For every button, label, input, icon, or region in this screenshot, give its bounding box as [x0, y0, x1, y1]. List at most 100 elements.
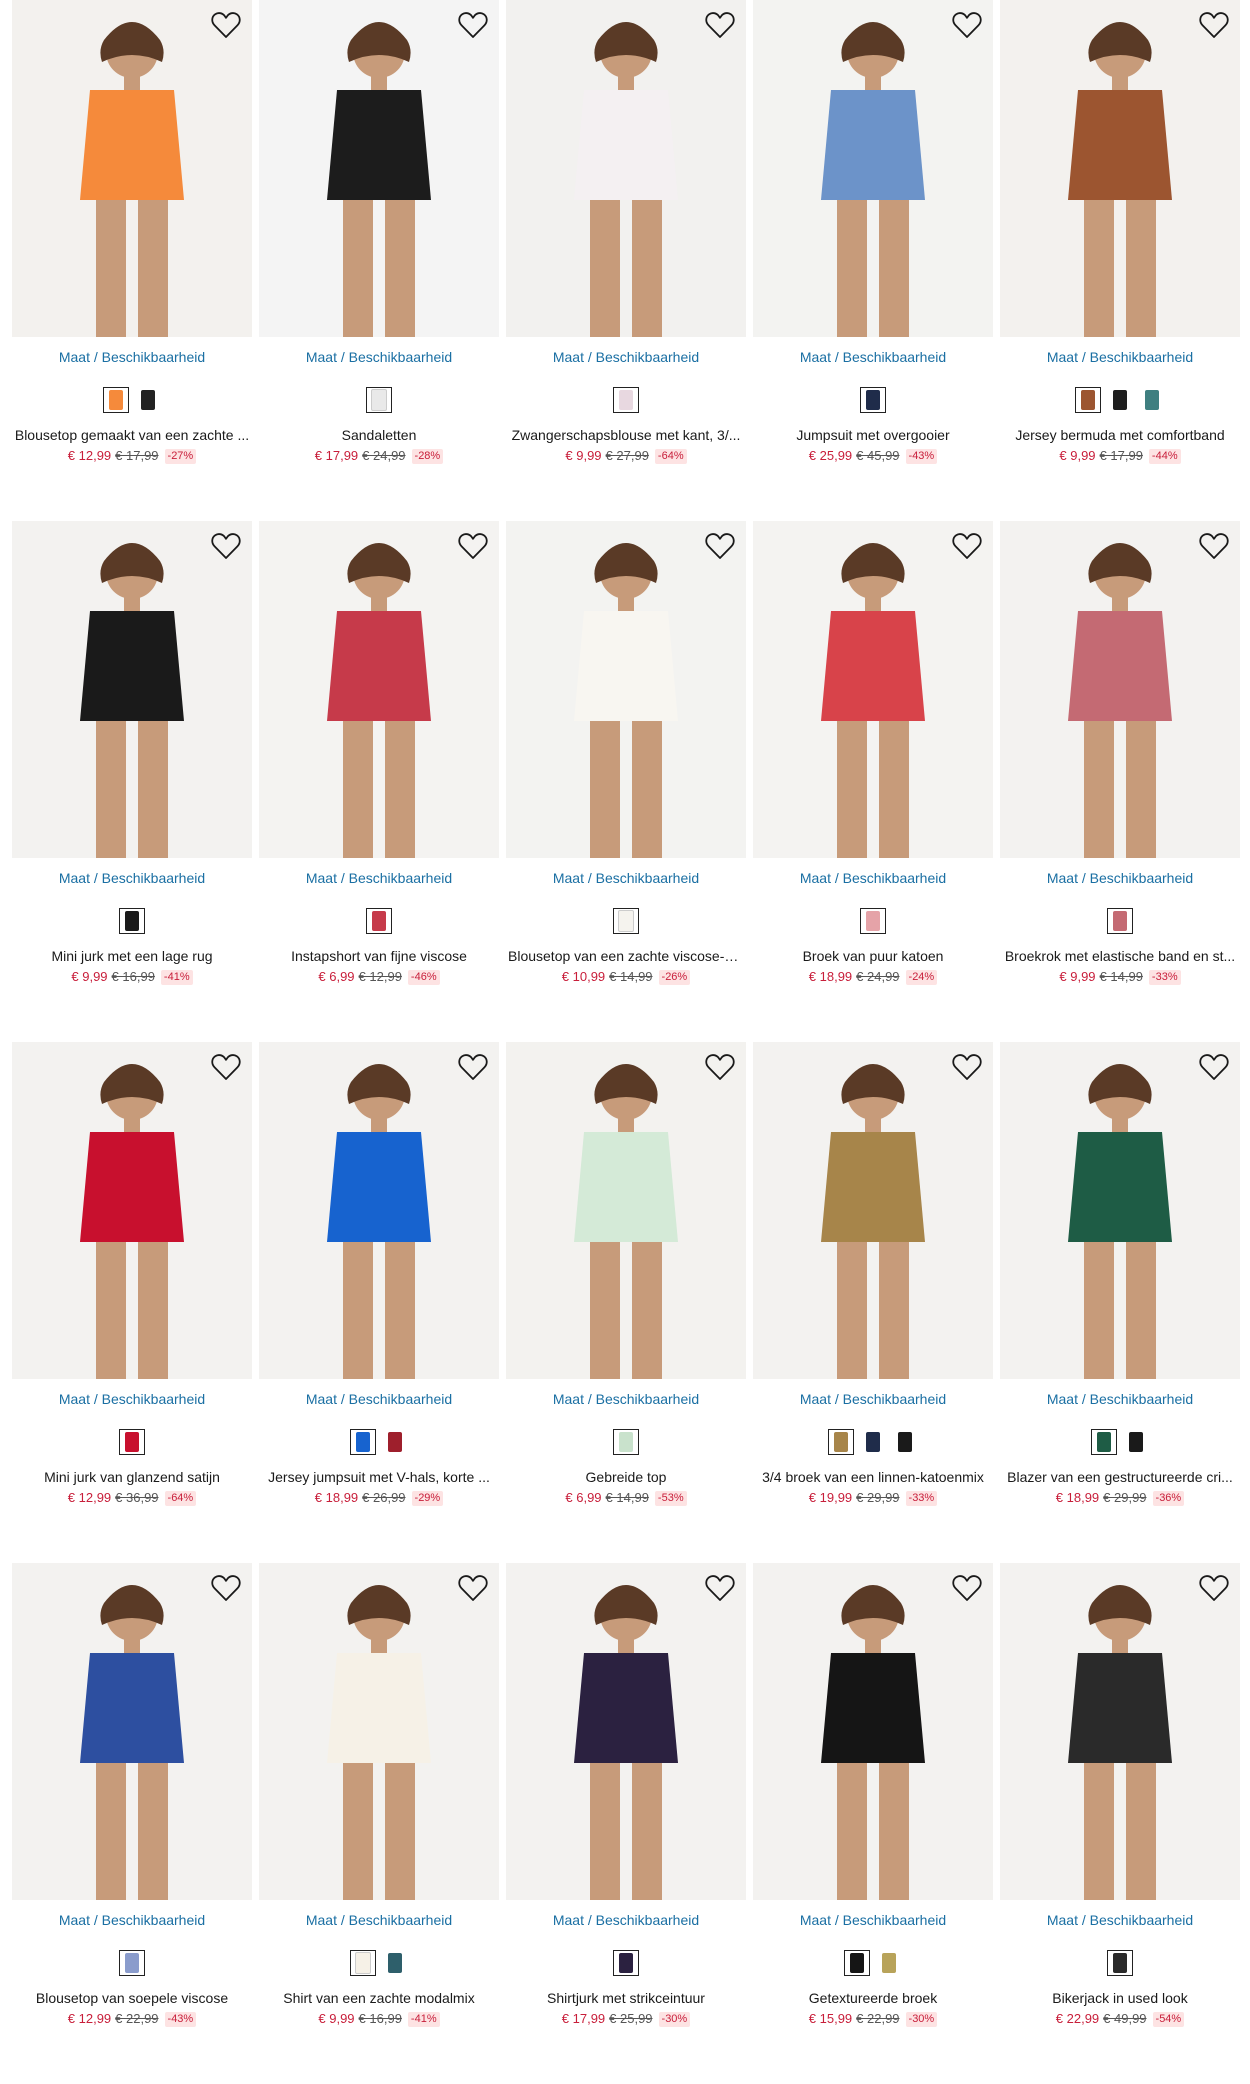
wishlist-button[interactable]: [1198, 1573, 1230, 1603]
product-title[interactable]: Broek van puur katoen: [753, 947, 993, 965]
color-swatch[interactable]: [382, 1429, 408, 1455]
product-card[interactable]: Maat / Beschikbaarheid Broekrok met elas…: [1000, 521, 1240, 1042]
product-image[interactable]: [259, 1563, 499, 1900]
color-swatch[interactable]: [828, 1429, 854, 1455]
product-image[interactable]: [753, 0, 993, 337]
size-availability-link[interactable]: Maat / Beschikbaarheid: [1000, 1911, 1240, 1929]
size-availability-link[interactable]: Maat / Beschikbaarheid: [259, 1390, 499, 1408]
product-title[interactable]: Getextureerde broek: [753, 1989, 993, 2007]
product-image[interactable]: [12, 521, 252, 858]
size-availability-link[interactable]: Maat / Beschikbaarheid: [12, 1390, 252, 1408]
color-swatch[interactable]: [1091, 1429, 1117, 1455]
product-title[interactable]: Zwangerschapsblouse met kant, 3/...: [506, 426, 746, 444]
product-image[interactable]: [1000, 1563, 1240, 1900]
color-swatch[interactable]: [119, 1950, 145, 1976]
color-swatch[interactable]: [860, 908, 886, 934]
size-availability-link[interactable]: Maat / Beschikbaarheid: [259, 869, 499, 887]
size-availability-link[interactable]: Maat / Beschikbaarheid: [506, 1911, 746, 1929]
product-card[interactable]: Maat / Beschikbaarheid 3/4 broek van een…: [753, 1042, 993, 1563]
product-image[interactable]: [259, 0, 499, 337]
product-card[interactable]: Maat / Beschikbaarheid Mini jurk van gla…: [12, 1042, 252, 1563]
product-image[interactable]: [12, 1042, 252, 1379]
wishlist-button[interactable]: [1198, 10, 1230, 40]
product-image[interactable]: [506, 521, 746, 858]
product-title[interactable]: Shirtjurk met strikceintuur: [506, 1989, 746, 2007]
product-card[interactable]: Maat / Beschikbaarheid Shirt van een zac…: [259, 1563, 499, 2084]
wishlist-button[interactable]: [704, 1573, 736, 1603]
product-image[interactable]: [506, 1042, 746, 1379]
color-swatch[interactable]: [366, 387, 392, 413]
product-card[interactable]: Maat / Beschikbaarheid Mini jurk met een…: [12, 521, 252, 1042]
product-card[interactable]: Maat / Beschikbaarheid Sandaletten € 17,…: [259, 0, 499, 521]
wishlist-button[interactable]: [951, 10, 983, 40]
color-swatch[interactable]: [1107, 908, 1133, 934]
product-card[interactable]: Maat / Beschikbaarheid Jumpsuit met over…: [753, 0, 993, 521]
color-swatch[interactable]: [1107, 1950, 1133, 1976]
product-image[interactable]: [506, 1563, 746, 1900]
product-card[interactable]: Maat / Beschikbaarheid Blousetop gemaakt…: [12, 0, 252, 521]
product-title[interactable]: Mini jurk met een lage rug: [12, 947, 252, 965]
product-card[interactable]: Maat / Beschikbaarheid Jersey jumpsuit m…: [259, 1042, 499, 1563]
wishlist-button[interactable]: [951, 1052, 983, 1082]
color-swatch[interactable]: [844, 1950, 870, 1976]
wishlist-button[interactable]: [704, 531, 736, 561]
product-title[interactable]: Jersey bermuda met comfortband: [1000, 426, 1240, 444]
wishlist-button[interactable]: [1198, 1052, 1230, 1082]
product-title[interactable]: Shirt van een zachte modalmix: [259, 1989, 499, 2007]
product-image[interactable]: [1000, 0, 1240, 337]
wishlist-button[interactable]: [210, 1052, 242, 1082]
size-availability-link[interactable]: Maat / Beschikbaarheid: [506, 869, 746, 887]
size-availability-link[interactable]: Maat / Beschikbaarheid: [1000, 348, 1240, 366]
product-card[interactable]: Maat / Beschikbaarheid Instapshort van f…: [259, 521, 499, 1042]
size-availability-link[interactable]: Maat / Beschikbaarheid: [753, 348, 993, 366]
color-swatch[interactable]: [119, 1429, 145, 1455]
wishlist-button[interactable]: [210, 10, 242, 40]
product-card[interactable]: Maat / Beschikbaarheid Blousetop van soe…: [12, 1563, 252, 2084]
product-image[interactable]: [12, 1563, 252, 1900]
product-title[interactable]: Blousetop van soepele viscose: [12, 1989, 252, 2007]
product-title[interactable]: Gebreide top: [506, 1468, 746, 1486]
product-image[interactable]: [1000, 521, 1240, 858]
product-card[interactable]: Maat / Beschikbaarheid Getextureerde bro…: [753, 1563, 993, 2084]
product-image[interactable]: [753, 521, 993, 858]
size-availability-link[interactable]: Maat / Beschikbaarheid: [753, 1390, 993, 1408]
size-availability-link[interactable]: Maat / Beschikbaarheid: [12, 869, 252, 887]
color-swatch[interactable]: [350, 1950, 376, 1976]
wishlist-button[interactable]: [704, 10, 736, 40]
product-title[interactable]: Broekrok met elastische band en st...: [1000, 947, 1240, 965]
color-swatch[interactable]: [1075, 387, 1101, 413]
wishlist-button[interactable]: [951, 531, 983, 561]
color-swatch[interactable]: [1123, 1429, 1149, 1455]
color-swatch[interactable]: [613, 908, 639, 934]
color-swatch[interactable]: [613, 1429, 639, 1455]
color-swatch[interactable]: [350, 1429, 376, 1455]
wishlist-button[interactable]: [210, 1573, 242, 1603]
wishlist-button[interactable]: [951, 1573, 983, 1603]
product-image[interactable]: [753, 1042, 993, 1379]
wishlist-button[interactable]: [210, 531, 242, 561]
color-swatch[interactable]: [1107, 387, 1133, 413]
product-title[interactable]: Instapshort van fijne viscose: [259, 947, 499, 965]
wishlist-button[interactable]: [1198, 531, 1230, 561]
product-card[interactable]: Maat / Beschikbaarheid Zwangerschapsblou…: [506, 0, 746, 521]
color-swatch[interactable]: [860, 387, 886, 413]
color-swatch[interactable]: [103, 387, 129, 413]
wishlist-button[interactable]: [704, 1052, 736, 1082]
product-title[interactable]: Blazer van een gestructureerde cri...: [1000, 1468, 1240, 1486]
product-card[interactable]: Maat / Beschikbaarheid Blazer van een ge…: [1000, 1042, 1240, 1563]
product-card[interactable]: Maat / Beschikbaarheid Jersey bermuda me…: [1000, 0, 1240, 521]
wishlist-button[interactable]: [457, 1052, 489, 1082]
product-image[interactable]: [12, 0, 252, 337]
size-availability-link[interactable]: Maat / Beschikbaarheid: [12, 348, 252, 366]
product-image[interactable]: [259, 1042, 499, 1379]
size-availability-link[interactable]: Maat / Beschikbaarheid: [1000, 1390, 1240, 1408]
product-image[interactable]: [506, 0, 746, 337]
size-availability-link[interactable]: Maat / Beschikbaarheid: [506, 1390, 746, 1408]
product-image[interactable]: [753, 1563, 993, 1900]
product-image[interactable]: [259, 521, 499, 858]
product-title[interactable]: Blousetop van een zachte viscose-mix: [506, 947, 746, 965]
product-card[interactable]: Maat / Beschikbaarheid Bikerjack in used…: [1000, 1563, 1240, 2084]
product-title[interactable]: Mini jurk van glanzend satijn: [12, 1468, 252, 1486]
product-title[interactable]: Bikerjack in used look: [1000, 1989, 1240, 2007]
color-swatch[interactable]: [135, 387, 161, 413]
